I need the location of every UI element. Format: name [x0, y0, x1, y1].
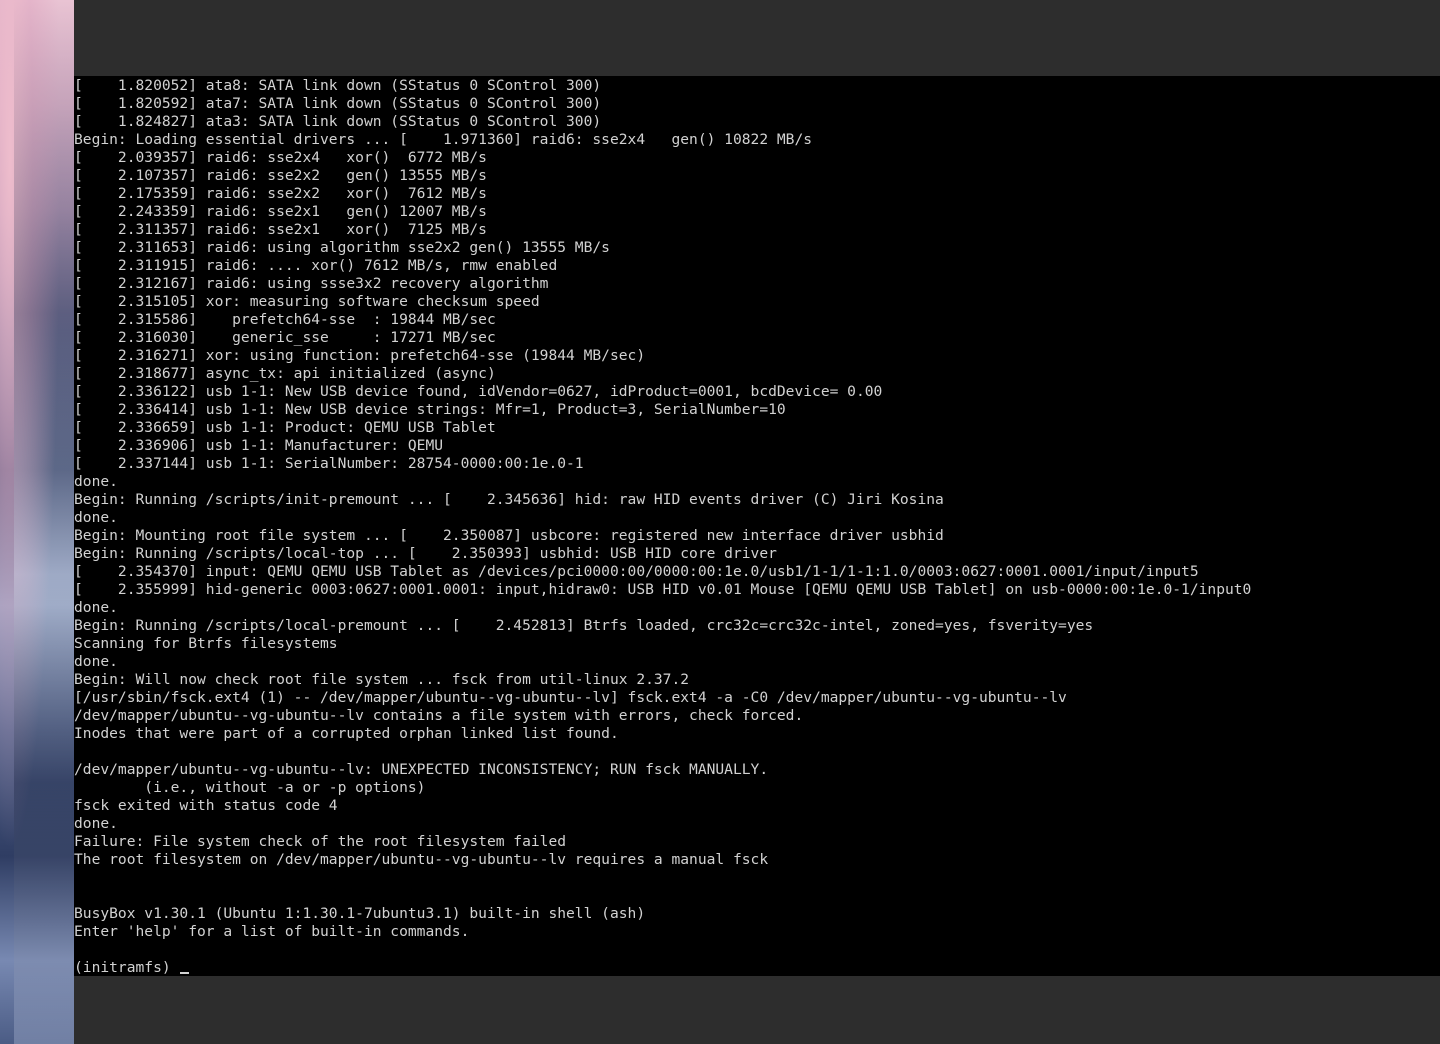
desktop-wallpaper — [0, 0, 74, 1044]
console-line: [/usr/sbin/fsck.ext4 (1) -- /dev/mapper/… — [74, 689, 1067, 706]
vm-window-top-bar — [74, 0, 1440, 76]
console-line: [ 2.311357] raid6: sse2x1 xor() 7125 MB/… — [74, 221, 487, 238]
console-line: [ 2.316030] generic_sse : 17271 MB/sec — [74, 329, 496, 346]
console-line: [ 2.337144] usb 1-1: SerialNumber: 28754… — [74, 455, 584, 472]
console-line: done. — [74, 815, 118, 832]
console-line: [ 2.315586] prefetch64-sse : 19844 MB/se… — [74, 311, 496, 328]
text-cursor — [180, 972, 190, 974]
console-line: [ 2.312167] raid6: using ssse3x2 recover… — [74, 275, 549, 292]
console-line: [ 2.336414] usb 1-1: New USB device stri… — [74, 401, 786, 418]
console-line: [ 2.336122] usb 1-1: New USB device foun… — [74, 383, 883, 400]
vm-console-screen[interactable]: [ 1.820052] ata8: SATA link down (SStatu… — [74, 76, 1440, 976]
console-line: [ 2.316271] xor: using function: prefetc… — [74, 347, 646, 364]
console-line: Begin: Running /scripts/init-premount ..… — [74, 491, 944, 508]
console-line: done. — [74, 473, 118, 490]
console-line: [ 2.107357] raid6: sse2x2 gen() 13555 MB… — [74, 167, 487, 184]
console-line: done. — [74, 509, 118, 526]
console-line: [ 2.315105] xor: measuring software chec… — [74, 293, 540, 310]
console-line: [ 2.039357] raid6: sse2x4 xor() 6772 MB/… — [74, 149, 487, 166]
console-line: [ 2.243359] raid6: sse2x1 gen() 12007 MB… — [74, 203, 487, 220]
console-line: Scanning for Btrfs filesystems — [74, 635, 338, 652]
console-line: fsck exited with status code 4 — [74, 797, 338, 814]
console-output: [ 1.820052] ata8: SATA link down (SStatu… — [74, 76, 1440, 959]
console-line: [ 2.354370] input: QEMU QEMU USB Tablet … — [74, 563, 1199, 580]
console-line: [ 2.318677] async_tx: api initialized (a… — [74, 365, 496, 382]
console-line: done. — [74, 653, 118, 670]
shell-prompt: (initramfs) — [74, 959, 180, 976]
vm-window-bottom-bar — [74, 976, 1440, 1044]
console-line: (i.e., without -a or -p options) — [74, 779, 426, 796]
console-line: [ 1.820052] ata8: SATA link down (SStatu… — [74, 77, 602, 94]
console-line: [ 2.175359] raid6: sse2x2 xor() 7612 MB/… — [74, 185, 487, 202]
console-line: [ 2.311653] raid6: using algorithm sse2x… — [74, 239, 610, 256]
console-line: [ 2.355999] hid-generic 0003:0627:0001.0… — [74, 581, 1252, 598]
console-line: Inodes that were part of a corrupted orp… — [74, 725, 619, 742]
console-line: Failure: File system check of the root f… — [74, 833, 567, 850]
console-line: /dev/mapper/ubuntu--vg-ubuntu--lv contai… — [74, 707, 804, 724]
console-line: Begin: Mounting root file system ... [ 2… — [74, 527, 944, 544]
console-line: Begin: Running /scripts/local-top ... [ … — [74, 545, 777, 562]
wallpaper-mountain — [14, 0, 74, 1044]
shell-prompt-line[interactable]: (initramfs) — [74, 959, 1440, 976]
console-line: [ 1.820592] ata7: SATA link down (SStatu… — [74, 95, 602, 112]
console-line: Begin: Loading essential drivers ... [ 1… — [74, 131, 813, 148]
console-line: The root filesystem on /dev/mapper/ubunt… — [74, 851, 769, 868]
console-line: Enter 'help' for a list of built-in comm… — [74, 923, 470, 940]
console-line: [ 2.336906] usb 1-1: Manufacturer: QEMU — [74, 437, 444, 454]
console-line: [ 1.824827] ata3: SATA link down (SStatu… — [74, 113, 602, 130]
console-line: Begin: Will now check root file system .… — [74, 671, 690, 688]
console-line: [ 2.311915] raid6: .... xor() 7612 MB/s,… — [74, 257, 558, 274]
console-line: done. — [74, 599, 118, 616]
console-line: [ 2.336659] usb 1-1: Product: QEMU USB T… — [74, 419, 496, 436]
console-line: /dev/mapper/ubuntu--vg-ubuntu--lv: UNEXP… — [74, 761, 769, 778]
console-line: Begin: Running /scripts/local-premount .… — [74, 617, 1094, 634]
console-line: BusyBox v1.30.1 (Ubuntu 1:1.30.1-7ubuntu… — [74, 905, 646, 922]
